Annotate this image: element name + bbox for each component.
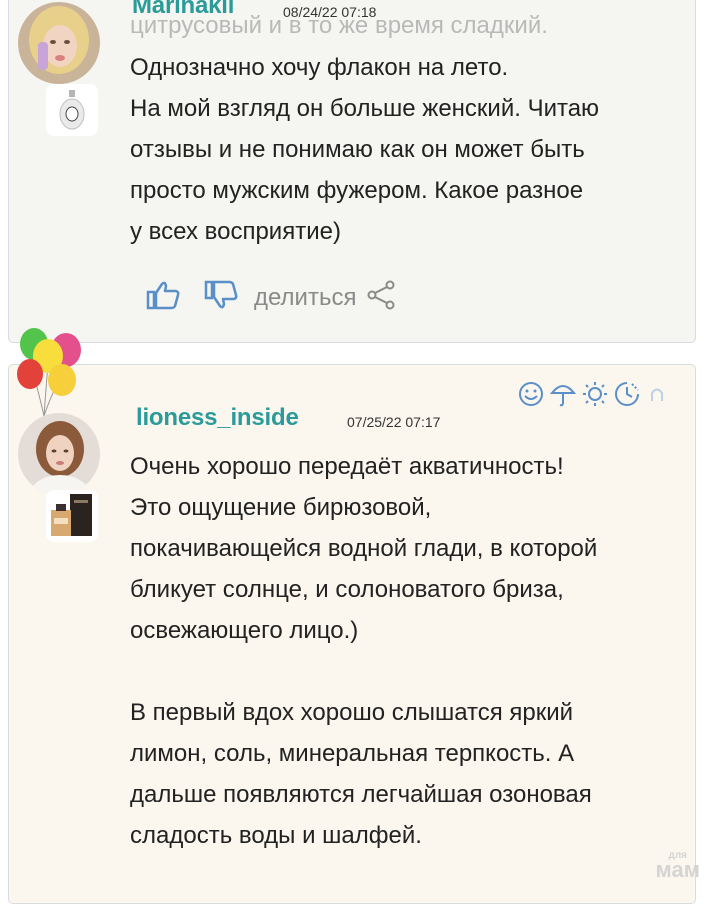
share-label[interactable]: делиться — [254, 284, 356, 312]
perfume-thumbnail[interactable] — [46, 84, 98, 136]
mood-icons — [518, 381, 668, 407]
perfume-thumbnail[interactable] — [46, 490, 98, 542]
thumbs-down-icon[interactable] — [204, 280, 240, 315]
smile-icon — [518, 381, 544, 407]
user-avatar[interactable] — [18, 413, 100, 495]
comment-username[interactable]: lioness_inside — [136, 404, 299, 432]
site-watermark: для мам — [655, 851, 701, 882]
watermark-main: мам — [655, 857, 701, 882]
sun-icon — [582, 381, 608, 407]
clock-icon — [614, 381, 640, 407]
umbrella-icon — [550, 381, 576, 407]
night-icon — [646, 383, 668, 405]
comment-date: 07/25/22 07:17 — [347, 414, 441, 430]
comment-text: Однозначно хочу флакон на лето. На мой в… — [130, 54, 600, 245]
user-avatar[interactable] — [18, 2, 100, 84]
balloons-icon — [14, 328, 86, 425]
comment-text: Очень хорошо передаёт акватичность! Это … — [130, 453, 598, 849]
comment-actions: делиться — [146, 280, 396, 315]
faded-text-line: цитрусовый и в то же время сладкий. — [130, 12, 548, 39]
share-icon[interactable] — [366, 280, 396, 315]
thumbs-up-icon[interactable] — [146, 280, 182, 315]
